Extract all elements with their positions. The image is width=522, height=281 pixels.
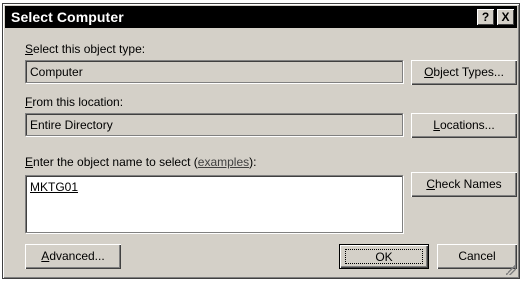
check-names-button[interactable]: Check Names: [411, 172, 517, 197]
location-field: Entire Directory: [25, 113, 403, 136]
object-name-input[interactable]: MKTG01: [25, 175, 403, 233]
location-label: From this location:: [25, 95, 124, 109]
resize-grip-icon[interactable]: [506, 265, 516, 275]
close-button[interactable]: X: [497, 9, 514, 25]
object-types-button[interactable]: Object Types...: [411, 60, 517, 85]
title-bar[interactable]: Select Computer ? X: [5, 6, 517, 28]
locations-button[interactable]: Locations...: [411, 113, 517, 138]
window-title: Select Computer: [11, 9, 124, 25]
object-name-label: Enter the object name to select (example…: [25, 155, 257, 169]
ok-button[interactable]: OK: [339, 244, 429, 269]
object-type-label: Select this object type:: [25, 42, 146, 56]
object-type-field: Computer: [25, 60, 403, 83]
help-button[interactable]: ?: [477, 9, 494, 25]
focus-rectangle: [345, 249, 423, 264]
advanced-button[interactable]: Advanced...: [25, 244, 121, 269]
examples-link[interactable]: examples: [198, 155, 249, 169]
select-computer-dialog: Select Computer ? X Select this object t…: [2, 3, 520, 279]
cancel-button[interactable]: Cancel: [437, 244, 517, 269]
object-name-value: MKTG01: [30, 180, 79, 194]
